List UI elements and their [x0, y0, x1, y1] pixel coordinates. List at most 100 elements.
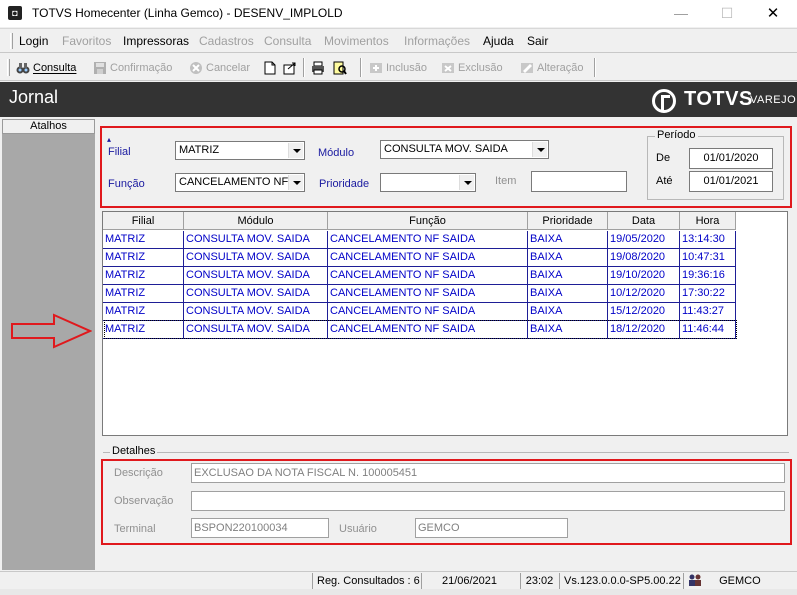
- totvs-logo-sub: VAREJO: [750, 94, 797, 106]
- menu-item-ajuda[interactable]: Ajuda: [483, 34, 514, 48]
- status-user-area: GEMCO: [683, 573, 793, 589]
- status-user: GEMCO: [719, 575, 761, 587]
- modulo-value: CONSULTA MOV. SAIDA: [384, 143, 508, 155]
- usuario-label: Usuário: [339, 523, 377, 535]
- title-bar: ◘ TOTVS Homecenter (Linha Gemco) - DESEN…: [0, 0, 797, 27]
- cell-prioridade: BAIXA: [528, 303, 608, 321]
- chevron-down-icon[interactable]: [288, 175, 303, 190]
- cell-modulo: CONSULTA MOV. SAIDA: [184, 303, 328, 321]
- cell-prioridade: BAIXA: [528, 249, 608, 267]
- menu-item-login[interactable]: Login: [19, 34, 48, 48]
- red-arrow-annotation: [11, 313, 92, 349]
- chevron-down-icon[interactable]: [288, 143, 303, 158]
- maximize-button[interactable]: ☐: [704, 0, 750, 27]
- observacao-field[interactable]: [191, 491, 785, 511]
- app-icon[interactable]: ◘: [8, 6, 22, 20]
- cell-filial: MATRIZ: [103, 285, 184, 303]
- menu-item-impressoras[interactable]: Impressoras: [123, 34, 189, 48]
- cell-funcao: CANCELAMENTO NF SAIDA: [328, 249, 528, 267]
- descricao-field[interactable]: EXCLUSAO DA NOTA FISCAL N. 100005451: [191, 463, 785, 483]
- records-count: Reg. Consultados : 6: [312, 573, 420, 589]
- cancelar-button[interactable]: Cancelar: [189, 59, 250, 77]
- col-header-filial[interactable]: Filial: [103, 212, 184, 230]
- document-icon: [264, 61, 276, 75]
- col-header-modulo[interactable]: Módulo: [184, 212, 328, 230]
- consulta-button[interactable]: Consulta: [16, 59, 76, 77]
- item-input[interactable]: [531, 171, 627, 192]
- cell-modulo: CONSULTA MOV. SAIDA: [184, 285, 328, 303]
- cell-hora: 11:43:27: [680, 303, 736, 321]
- cell-modulo: CONSULTA MOV. SAIDA: [184, 231, 328, 249]
- menu-item-cadastros[interactable]: Cadastros: [199, 34, 254, 48]
- window-title: TOTVS Homecenter (Linha Gemco) - DESENV_…: [32, 6, 343, 20]
- totvs-logo-text: TOTVS: [684, 88, 753, 110]
- totvs-logo-icon: [652, 89, 676, 113]
- cell-hora: 17:30:22: [680, 285, 736, 303]
- ate-label: Até: [656, 175, 673, 187]
- col-header-hora[interactable]: Hora: [680, 212, 736, 230]
- filial-select[interactable]: MATRIZ: [175, 141, 305, 160]
- save-icon: [94, 62, 106, 74]
- exclusao-button[interactable]: Exclusão: [441, 59, 503, 77]
- cell-filial: MATRIZ: [103, 249, 184, 267]
- edit-record-icon: [521, 63, 533, 73]
- atalhos-button[interactable]: Atalhos: [2, 119, 95, 134]
- export-button[interactable]: [283, 59, 300, 77]
- close-button[interactable]: ✕: [750, 0, 796, 27]
- alteracao-button[interactable]: Alteração: [520, 59, 583, 77]
- menu-item-favoritos[interactable]: Favoritos: [62, 34, 111, 48]
- cancelar-label: Cancelar: [206, 62, 251, 74]
- menu-item-sair[interactable]: Sair: [527, 34, 548, 48]
- delete-record-icon: [442, 63, 454, 73]
- status-date: 21/06/2021: [421, 573, 517, 589]
- cell-hora: 13:14:30: [680, 231, 736, 249]
- cell-filial: MATRIZ: [103, 267, 184, 285]
- new-document-button[interactable]: [263, 59, 280, 77]
- toolbar: Consulta Confirmação Cancelar Inclusão E…: [0, 54, 797, 81]
- menu-item-consulta[interactable]: Consulta: [264, 34, 311, 48]
- menu-grip: [10, 33, 13, 49]
- alteracao-label: Alteração: [537, 62, 584, 74]
- cell-data: 19/10/2020: [608, 267, 680, 285]
- print-preview-button[interactable]: [333, 59, 350, 77]
- funcao-value: CANCELAMENTO NF: [179, 176, 289, 188]
- bottom-strip: [0, 589, 797, 595]
- screen-title: Jornal: [9, 87, 59, 107]
- col-header-prioridade[interactable]: Prioridade: [528, 212, 608, 230]
- confirmacao-label: Confirmação: [110, 62, 173, 74]
- cell-filial: MATRIZ: [103, 231, 184, 249]
- cell-data: 19/05/2020: [608, 231, 680, 249]
- cell-data: 15/12/2020: [608, 303, 680, 321]
- consulta-label: Consulta: [33, 62, 77, 74]
- inclusao-button[interactable]: Inclusão: [369, 59, 427, 77]
- modulo-select[interactable]: CONSULTA MOV. SAIDA: [380, 140, 549, 159]
- print-preview-icon: [333, 61, 347, 75]
- menu-item-informacoes[interactable]: Informações: [404, 34, 470, 48]
- toolbar-separator: [360, 58, 362, 77]
- item-label: Item: [495, 175, 517, 187]
- de-date-input[interactable]: 01/01/2020: [689, 148, 773, 169]
- funcao-select[interactable]: CANCELAMENTO NF: [175, 173, 305, 192]
- menu-item-movimentos[interactable]: Movimentos: [324, 34, 389, 48]
- col-header-data[interactable]: Data: [608, 212, 680, 230]
- print-button[interactable]: [311, 59, 328, 77]
- terminal-field[interactable]: BSPON220100034: [191, 518, 329, 538]
- minimize-button[interactable]: —: [658, 0, 704, 27]
- cancel-icon: [190, 62, 202, 74]
- usuario-field[interactable]: GEMCO: [415, 518, 568, 538]
- binoculars-icon: [16, 63, 30, 74]
- toolbar-separator: [594, 58, 596, 77]
- chevron-down-icon[interactable]: [532, 142, 547, 157]
- col-header-funcao[interactable]: Função: [328, 212, 528, 230]
- ate-date-input[interactable]: 01/01/2021: [689, 171, 773, 192]
- terminal-label: Terminal: [114, 523, 156, 535]
- journal-grid[interactable]: Filial Módulo Função Prioridade Data Hora MAT…: [102, 211, 788, 436]
- confirmacao-button[interactable]: Confirmação: [93, 59, 172, 77]
- cell-funcao: CANCELAMENTO NF SAIDA: [328, 285, 528, 303]
- descricao-label: Descrição: [114, 467, 163, 479]
- prioridade-select[interactable]: [380, 173, 476, 192]
- chevron-down-icon[interactable]: [459, 175, 474, 190]
- exclusao-label: Exclusão: [458, 62, 503, 74]
- cell-funcao: CANCELAMENTO NF SAIDA: [328, 231, 528, 249]
- prioridade-label: Prioridade: [319, 178, 370, 190]
